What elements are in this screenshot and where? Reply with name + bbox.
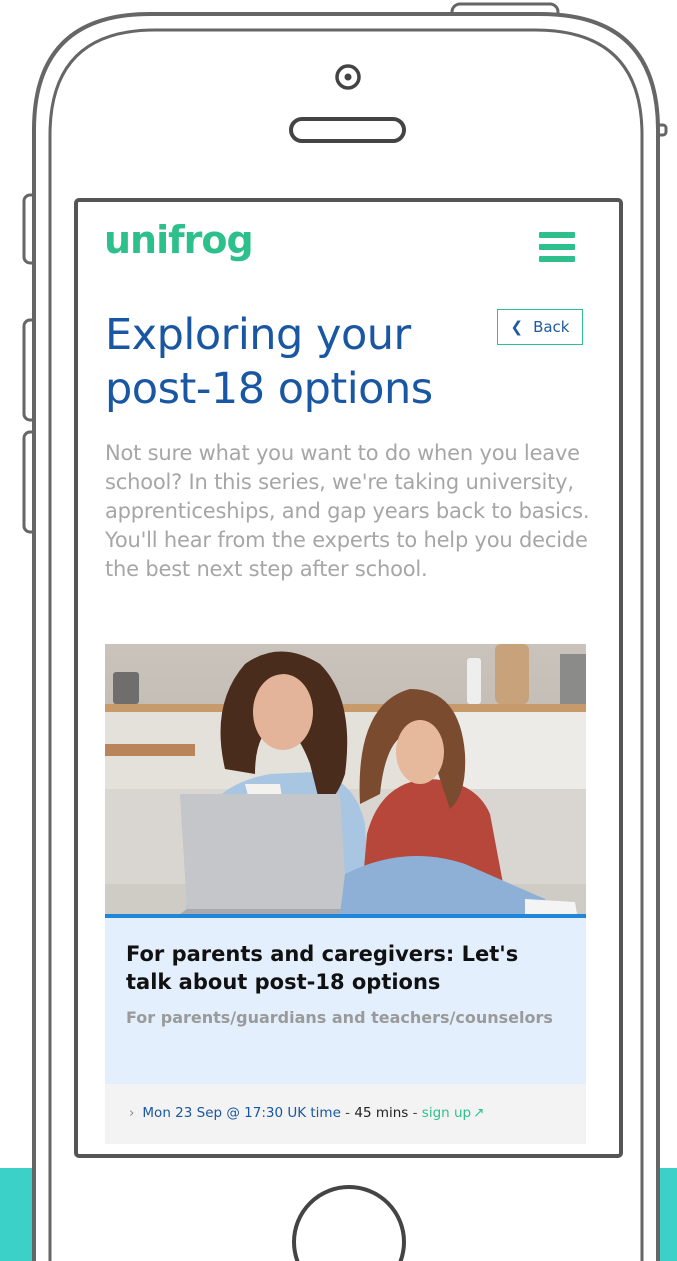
page-title: Exploring your post-18 options (105, 310, 433, 414)
stage: unifrog Exploring your post-18 options ❮… (0, 0, 677, 1261)
chevron-left-icon: ❮ (510, 318, 524, 336)
photo-mother-daughter-laptop (105, 644, 586, 914)
event-audience: For parents/guardians and teachers/couns… (126, 1008, 553, 1027)
unifrog-logo[interactable]: unifrog (104, 218, 254, 262)
external-link-icon[interactable]: ↗ (473, 1105, 484, 1121)
event-photo (105, 644, 586, 918)
sign-up-link[interactable]: sign up (422, 1105, 471, 1121)
back-label: Back (533, 318, 570, 336)
site-header: unifrog (79, 203, 618, 293)
chevron-right-icon: › (129, 1105, 135, 1121)
back-button[interactable]: ❮ Back (497, 309, 583, 345)
menu-bar (539, 244, 575, 250)
event-date-link[interactable]: Mon 23 Sep @ 17:30 UK time (142, 1105, 340, 1121)
event-duration: 45 mins (354, 1105, 409, 1121)
menu-bar (539, 232, 575, 238)
separator: - (340, 1105, 355, 1121)
event-details: For parents and caregivers: Let's talk a… (105, 918, 586, 1084)
event-title[interactable]: For parents and caregivers: Let's talk a… (126, 940, 566, 996)
separator: - (408, 1105, 422, 1121)
menu-bar (539, 256, 575, 262)
hamburger-menu-icon[interactable] (539, 232, 575, 262)
event-card[interactable]: For parents and caregivers: Let's talk a… (105, 644, 586, 1144)
page-intro: Not sure what you want to do when you le… (105, 441, 590, 581)
phone-screen: unifrog Exploring your post-18 options ❮… (79, 203, 618, 1153)
event-footer: › Mon 23 Sep @ 17:30 UK time - 45 mins - … (105, 1084, 586, 1144)
